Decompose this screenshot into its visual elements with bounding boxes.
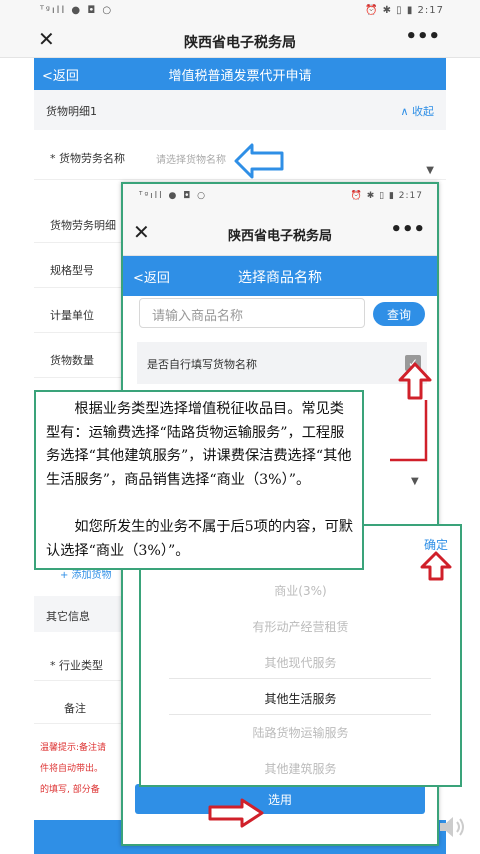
section-title: 货物明细1 [46,105,97,118]
collapse-button[interactable]: ∧ 收起 [400,103,434,119]
form-row-detail[interactable]: 货物劳务明细 [34,205,124,243]
form-row-quantity[interactable]: 货物数量 [34,340,124,378]
status-left: ᵀᵍıll ● ◘ ○ [139,191,208,201]
warning-line: 件将自动带出。 [40,764,104,774]
status-left: ᵀᵍıll ● ◘ ○ [40,5,114,16]
app-titlebar: ✕ 陕西省电子税务局 ••• [0,22,480,58]
warning-text: 温馨提示:备注请 件将自动带出。 的填写, 部分备 [40,738,120,801]
other-info-title: 其它信息 [46,610,90,623]
blue-pointer-arrow-icon [234,143,284,179]
industry-type-row[interactable]: * 行业类型 [34,645,124,681]
goods-section-header: 货物明细1 ∧ 收起 [34,90,446,130]
status-bar: ᵀᵍıll ● ◘ ○ ⏰ ✱ ▯ ▮ 2:17 [0,0,480,22]
picker-option[interactable]: 其他建筑服务 [141,760,460,777]
nav-bar: <返回 增值税普通发票代开申请 [34,58,446,90]
annotation-box: 根据业务类型选择增值税征收品目。常见类型有：运输费选择“陆路货物运输服务”，工程… [34,390,364,570]
remark-row[interactable]: 备注 [34,688,124,724]
red-up-arrow-icon [420,551,452,581]
form-row-spec[interactable]: 规格型号 [34,250,124,288]
red-up-arrow-icon [390,362,432,462]
row-label: 货物数量 [50,354,94,367]
red-right-arrow-icon [208,798,264,828]
picker-option[interactable]: 陆路货物运输服务 [141,724,460,741]
picker-option-selected[interactable]: 其他生活服务 [141,690,460,707]
picker-option[interactable]: 其他现代服务 [141,654,460,671]
picker-divider [169,678,431,679]
chevron-down-icon: ▼ [426,165,434,176]
annotation-paragraph: 根据业务类型选择增值税征收品目。常见类型有：运输费选择“陆路货物运输服务”，工程… [46,401,352,488]
form-row-unit[interactable]: 计量单位 [34,295,124,333]
self-fill-label: 是否自行填写货物名称 [147,358,257,371]
more-icon[interactable]: ••• [405,26,440,47]
picker-option[interactable]: 有形动产经营租赁 [141,618,460,635]
self-fill-row: 是否自行填写货物名称 [137,342,427,384]
remark-label: 备注 [64,702,86,715]
overlay-status-bar: ᵀᵍıll ● ◘ ○ ⏰ ✱ ▯ ▮ 2:17 [123,184,437,210]
row-label: 货物劳务明细 [50,219,116,232]
goods-name-placeholder: 请选择货物名称 [156,155,226,166]
annotation-paragraph: 如您所发生的业务不属于后5项的内容，可默认选择“商业（3%）”。 [46,519,353,559]
overlay-nav-bar: <返回 选择商品名称 [123,256,437,296]
select-button[interactable]: 选用 [135,784,425,814]
goods-name-label: * 货物劳务名称 [50,152,125,165]
warning-line: 温馨提示:备注请 [40,743,107,753]
warning-line: 的填写, 部分备 [40,785,100,795]
row-label: 计量单位 [50,309,94,322]
other-info-header: 其它信息 [34,596,134,632]
chevron-down-icon: ▼ [411,476,419,487]
status-right: ⏰ ✱ ▯ ▮ 2:17 [350,191,423,201]
row-label: 规格型号 [50,264,94,277]
search-button[interactable]: 查询 [373,302,425,326]
industry-type-label: * 行业类型 [50,659,103,672]
speaker-icon[interactable] [436,812,466,842]
status-right: ⏰ ✱ ▯ ▮ 2:17 [364,5,444,16]
search-input[interactable]: 请输入商品名称 [139,298,365,328]
page-title: 选择商品名称 [238,270,322,286]
picker-divider [169,714,431,715]
picker-option[interactable]: 商业(3%) [141,582,460,599]
more-icon[interactable]: ••• [390,219,425,240]
overlay-titlebar: ✕ 陕西省电子税务局 ••• [123,210,437,256]
page-title: 增值税普通发票代开申请 [168,69,312,84]
